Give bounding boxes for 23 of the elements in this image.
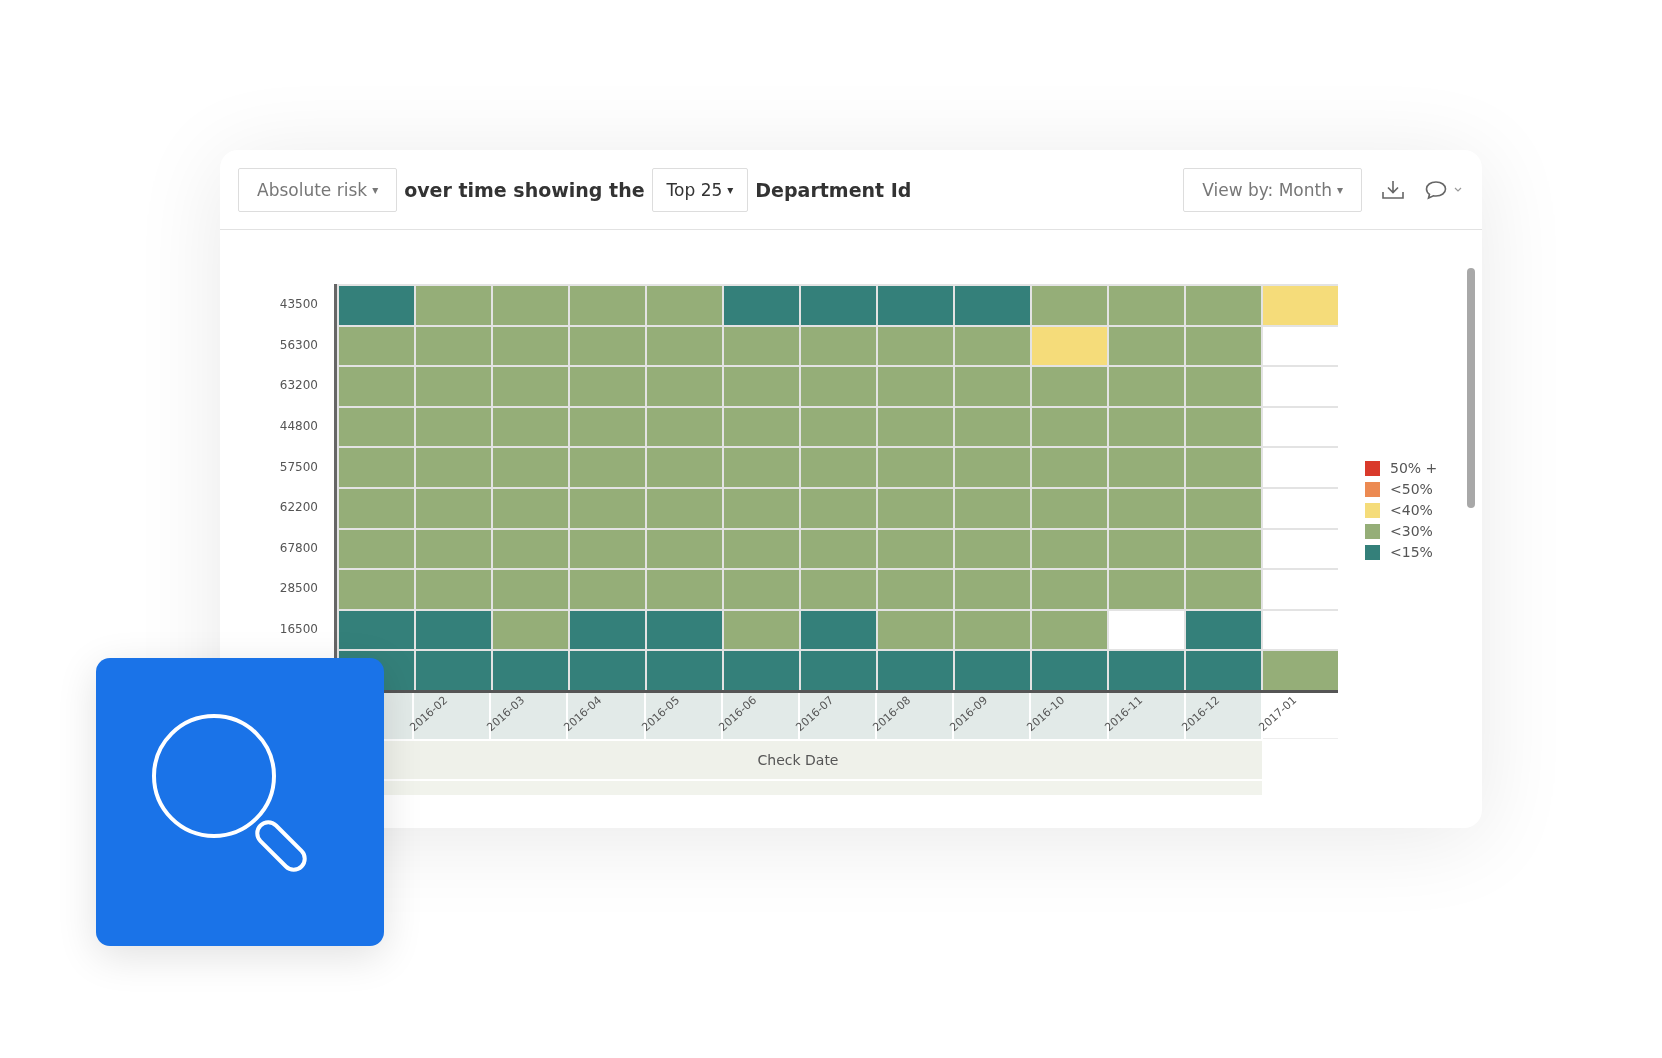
row-label: 63200 [279, 378, 318, 393]
legend-label: <40% [1390, 502, 1433, 518]
row-label: 57500 [279, 459, 318, 474]
view-by-dropdown[interactable]: View by: Month ▾ [1183, 167, 1362, 212]
comment-icon[interactable] [1424, 178, 1464, 201]
legend-label: <50% [1390, 481, 1433, 497]
measure-dropdown[interactable]: Absolute risk ▾ [238, 167, 398, 212]
axis-title: Check Date [757, 751, 839, 768]
legend-label: <30% [1390, 523, 1433, 539]
legend-label: 50% + [1390, 460, 1438, 476]
row-label: 28500 [279, 581, 318, 596]
row-label: 62200 [279, 500, 318, 515]
row-label: 44800 [279, 419, 318, 434]
row-label: 56300 [279, 337, 318, 352]
toolbar-text: Department Id [755, 178, 912, 201]
row-label: 16500 [279, 622, 318, 637]
toolbar-text: over time showing the [404, 178, 645, 201]
top-dropdown[interactable]: Top 25 ▾ [651, 167, 749, 212]
download-icon[interactable] [1381, 178, 1405, 201]
row-label: 67800 [279, 540, 318, 555]
legend-label: <15% [1390, 544, 1433, 560]
row-label: 43500 [279, 297, 318, 312]
scrollbar-thumb[interactable] [1467, 268, 1476, 508]
